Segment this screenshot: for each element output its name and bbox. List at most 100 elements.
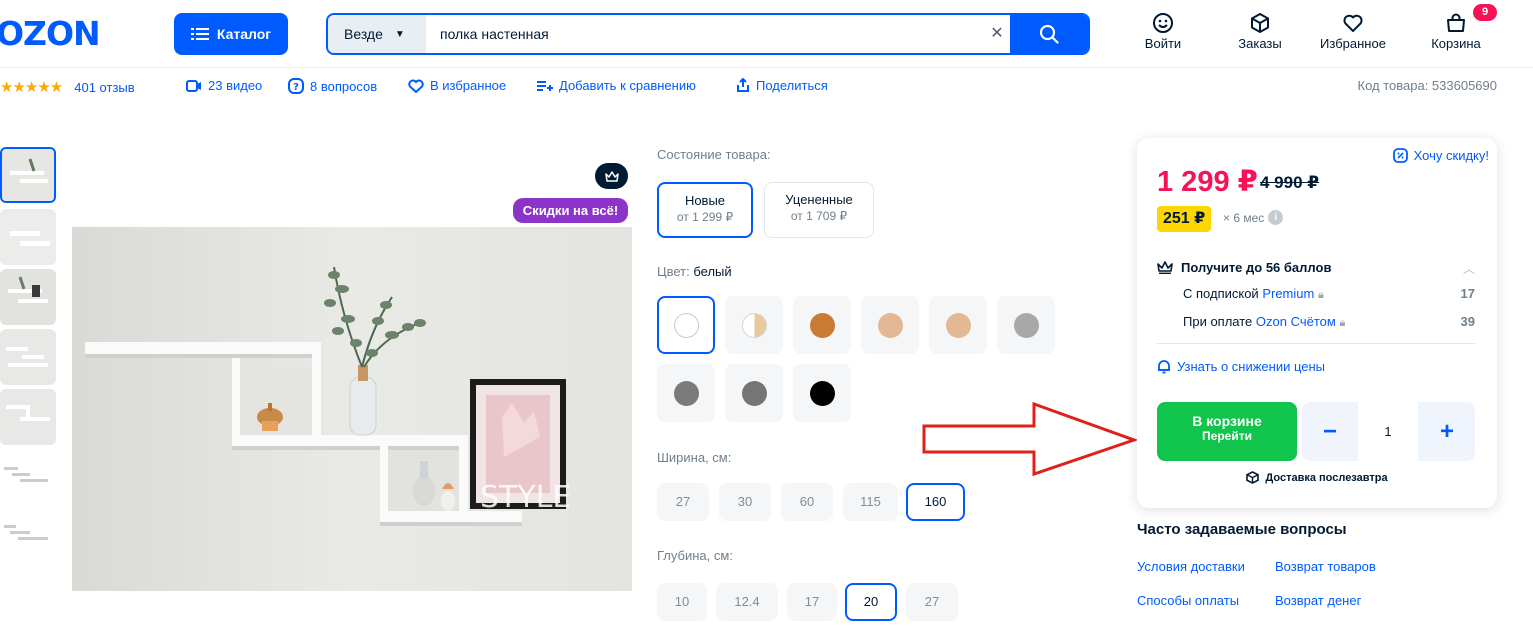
want-discount-link[interactable]: Хочу скидку! [1392,148,1489,163]
decrease-quantity-button[interactable]: − [1302,402,1358,461]
sale-badge[interactable]: Скидки на всё! [513,198,628,223]
thumbnail-5[interactable] [0,389,56,445]
price-card: Хочу скидку! 1 299 ₽ 4 990 ₽ 251 ₽ × 6 м… [1137,138,1497,508]
shelf-thumbnail-image [0,209,56,265]
installment-price[interactable]: 251 ₽ [1157,206,1212,232]
chevron-up-icon[interactable]: ︿ [1463,260,1475,277]
color-label: Цвет: белый [657,264,732,279]
go-to-cart-button[interactable]: В корзине Перейти [1157,402,1297,461]
cart-button-label: В корзине [1192,413,1262,429]
width-option-160[interactable]: 160 [906,483,965,521]
favorites-button[interactable]: Избранное [1314,12,1392,51]
thumbnail-3[interactable] [0,269,56,325]
current-price: 1 299 ₽ [1157,166,1258,198]
color-swatch-walnut[interactable] [793,296,851,354]
faq-link-returns[interactable]: Возврат товаров [1275,559,1376,574]
svg-text:?: ? [293,82,299,93]
lock-icon: 🔒︎ [1339,317,1346,329]
installment-period: × 6 мес i [1223,210,1284,225]
depth-option-12-4[interactable]: 12.4 [716,583,778,621]
condition-new-button[interactable]: Новые от 1 299 ₽ [657,182,753,238]
rating-stars-icon: ★★★★★ [0,79,63,96]
faq-title: Часто задаваемые вопросы [1137,521,1347,538]
annotation-arrow [922,401,1139,477]
color-swatch-white-oak[interactable] [725,296,783,354]
faq-link-delivery-terms[interactable]: Условия доставки [1137,559,1245,574]
reviews-link[interactable]: ★★★★★ 401 отзыв [0,78,135,96]
thumbnail-7[interactable] [0,509,56,565]
add-to-compare-link[interactable]: Добавить к сравнению [537,78,696,93]
depth-option-27[interactable]: 27 [906,583,958,621]
faq-link-payment-methods[interactable]: Способы оплаты [1137,593,1239,608]
share-label: Поделиться [756,78,828,93]
chevron-down-icon: ▼ [394,28,405,40]
price-drop-alert-link[interactable]: Узнать о снижении цены [1157,359,1325,374]
color-swatch-oak[interactable] [861,296,919,354]
color-label-text: Цвет: [657,264,690,279]
color-swatch-sonoma[interactable] [929,296,987,354]
thumbnail-2[interactable] [0,209,56,265]
condition-discounted-button[interactable]: Уцененные от 1 709 ₽ [764,182,874,238]
color-swatch-black[interactable] [793,364,851,422]
want-discount-label: Хочу скидку! [1413,148,1489,163]
smile-icon [1153,13,1173,33]
watermark-text: STYLE [480,480,571,515]
search-icon [1039,24,1059,44]
product-main-image[interactable]: STYLE [72,227,632,591]
points-row-text: При оплате [1183,314,1253,329]
catalog-button[interactable]: Каталог [174,13,288,55]
points-row-premium: С подпиской Premium 🔒︎ 17 [1183,286,1475,302]
bag-icon [1447,13,1465,32]
box-icon [1246,471,1260,484]
cart-button-sublabel: Перейти [1202,429,1252,443]
quantity-value[interactable]: 1 [1358,402,1418,461]
favorite-label: В избранное [430,78,507,93]
login-button[interactable]: Войти [1128,12,1198,51]
depth-option-17[interactable]: 17 [787,583,837,621]
width-option-27[interactable]: 27 [657,483,709,521]
points-header[interactable]: Получите до 56 баллов [1157,260,1331,275]
clear-icon[interactable]: ✕ [982,15,1012,53]
search-input[interactable]: полка настенная [440,15,549,53]
color-swatch-dark-grey[interactable] [725,364,783,422]
thumbnail-4[interactable] [0,329,56,385]
product-info-row: ★★★★★ 401 отзыв 23 видео ? 8 вопросов В … [0,78,1533,100]
share-link[interactable]: Поделиться [736,78,828,93]
ozon-account-link[interactable]: Ozon Счётом [1256,314,1336,329]
shelf-thumbnail-image [2,149,54,201]
width-option-60[interactable]: 60 [781,483,833,521]
search-button[interactable] [1010,15,1088,53]
wall-shelf-photo: STYLE [72,227,632,591]
color-value: белый [693,264,732,279]
color-swatch-white[interactable] [657,296,715,354]
quantity-stepper: − 1 + [1302,402,1475,461]
info-icon[interactable]: i [1268,210,1284,225]
increase-quantity-button[interactable]: + [1419,402,1475,461]
color-swatch-grey[interactable] [657,364,715,422]
divider [1157,343,1475,344]
points-row-ozon-account: При оплате Ozon Счётом 🔒︎ 39 [1183,314,1475,330]
videos-link[interactable]: 23 видео [186,78,262,93]
add-to-favorites-link[interactable]: В избранное [408,78,506,93]
premium-crown-icon [595,163,628,189]
depth-option-10[interactable]: 10 [657,583,707,621]
ozon-logo[interactable]: OZON [0,16,101,52]
width-option-115[interactable]: 115 [843,483,898,521]
orders-button[interactable]: Заказы [1225,12,1295,51]
color-swatch-light-grey[interactable] [997,296,1055,354]
delivery-info: Доставка послезавтра [1137,471,1497,484]
bell-icon [1158,360,1170,374]
compare-icon [537,80,553,91]
width-option-30[interactable]: 30 [719,483,771,521]
premium-link[interactable]: Premium [1262,286,1314,301]
faq-link-refunds[interactable]: Возврат денег [1275,593,1361,608]
shelf-thumbnail-image [0,389,56,445]
heart-icon [408,79,424,93]
condition-new-price: от 1 299 ₽ [676,210,734,224]
depth-option-20[interactable]: 20 [845,583,897,621]
search-scope-select[interactable]: Везде ▼ [328,15,426,53]
thumbnail-1[interactable] [0,147,56,203]
thumbnail-6[interactable] [0,449,56,505]
questions-link[interactable]: ? 8 вопросов [288,78,377,94]
cart-label: Корзина [1431,36,1481,51]
